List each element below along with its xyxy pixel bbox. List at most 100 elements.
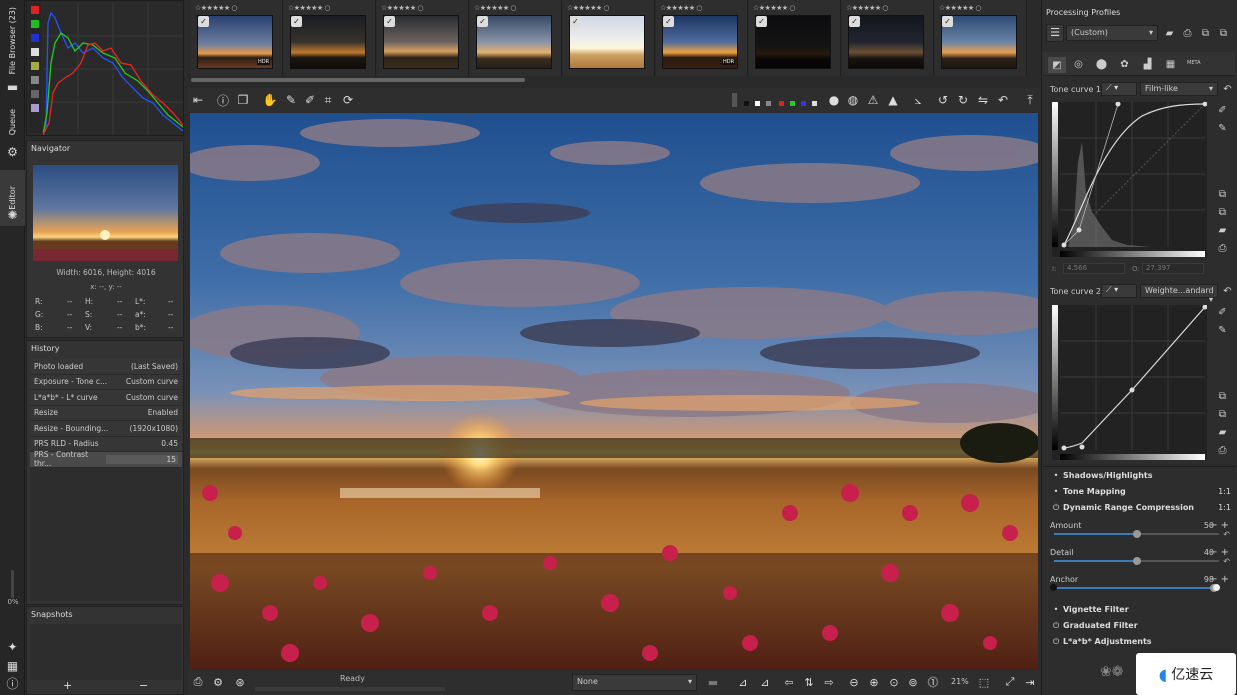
mask-icon[interactable]: ◍ xyxy=(845,92,861,108)
remove-snapshot-button[interactable]: − xyxy=(139,679,148,692)
luminance-button[interactable] xyxy=(31,48,39,56)
preview-red-button[interactable] xyxy=(779,101,784,106)
reset-curve-icon[interactable]: ↶ xyxy=(1221,83,1234,96)
hide-top-panel-icon[interactable]: ⤒ xyxy=(1022,92,1038,108)
hide-right-panel-icon[interactable]: ⇥ xyxy=(1022,674,1038,690)
section-shadows-highlights[interactable]: • Shadows/Highlights xyxy=(1047,468,1235,483)
filmstrip-scrollbar[interactable] xyxy=(191,78,525,82)
pick-curve-icon[interactable]: ✎ xyxy=(1216,122,1229,135)
before-after-icon[interactable]: ❐ xyxy=(235,92,251,108)
aperture-icon[interactable]: ✺ xyxy=(5,208,20,222)
mode-button[interactable] xyxy=(31,104,39,112)
slider-track[interactable] xyxy=(1054,530,1219,538)
history-row[interactable]: Exposure - Tone c... Custom curve xyxy=(30,374,182,390)
profile-list-icon[interactable]: ☰ xyxy=(1046,24,1064,42)
rotate-right-icon[interactable]: ↻ xyxy=(955,92,971,108)
info-icon[interactable]: ⓘ xyxy=(5,676,20,691)
zoom-in-icon[interactable]: ⊕ xyxy=(866,674,882,690)
blue-channel-button[interactable] xyxy=(31,34,39,42)
history-row[interactable]: L*a*b* - L* curve Custom curve xyxy=(30,390,182,406)
paste-curve-icon[interactable]: ⧉ xyxy=(1216,408,1229,421)
slider-knob[interactable] xyxy=(1132,557,1141,565)
white-balance-picker-icon[interactable]: ✎ xyxy=(283,92,299,108)
film-thumbnail[interactable]: ☆★★★★★ ○ ✓ xyxy=(284,0,376,76)
open-curve-icon[interactable]: ▰ xyxy=(1216,224,1229,237)
zoom-fit-icon[interactable]: ⊙ xyxy=(886,674,902,690)
rotate-left-icon[interactable]: ↺ xyxy=(935,92,951,108)
anchor-slider[interactable]: Anchor 98 −+ xyxy=(1050,574,1234,599)
preview-selector[interactable] xyxy=(732,93,737,107)
bar-button[interactable] xyxy=(31,90,39,98)
info-icon[interactable]: ⓘ xyxy=(215,92,231,108)
amount-slider[interactable]: Amount 50 −+ ↶ xyxy=(1050,520,1234,545)
open-curve-icon[interactable]: ▰ xyxy=(1216,426,1229,439)
queue-add-icon[interactable]: ⚙ xyxy=(210,674,226,690)
checkmark-icon[interactable]: ✓ xyxy=(198,16,209,27)
grid-icon[interactable]: ▦ xyxy=(5,659,20,673)
folder-icon[interactable]: ▬ xyxy=(5,80,20,94)
checkmark-icon[interactable]: ✓ xyxy=(291,16,302,27)
tone-curve-1-editor[interactable] xyxy=(1052,102,1207,257)
power-icon[interactable]: ⏻ xyxy=(1049,503,1063,513)
gamut-check-icon[interactable]: ⊿ xyxy=(757,674,773,690)
history-row[interactable]: Photo loaded (Last Saved) xyxy=(30,359,182,375)
green-channel-button[interactable] xyxy=(31,20,39,28)
reset-icon[interactable]: ↶ xyxy=(995,92,1011,108)
preview-green-button[interactable] xyxy=(790,101,795,106)
copy-curve-icon[interactable]: ⧉ xyxy=(1216,390,1229,403)
film-thumbnail[interactable]: ☆★★★★★ ○ ✓ xyxy=(749,0,841,76)
edit-point-icon[interactable]: ✐ xyxy=(1216,306,1229,319)
slider-knob[interactable] xyxy=(1132,530,1141,538)
focus-mask-icon[interactable]: ● xyxy=(826,92,842,108)
chroma-button[interactable] xyxy=(31,62,39,70)
curve-mode-dropdown[interactable]: Weighte...andard ▾ xyxy=(1140,284,1218,304)
tone-curve-2-editor[interactable] xyxy=(1052,305,1207,460)
tab-file-browser[interactable]: File Browser (23) xyxy=(0,0,25,82)
history-row-selected[interactable]: PRS - Contrast thr... 15 xyxy=(30,450,182,468)
reset-icon[interactable]: ↶ xyxy=(1223,530,1230,539)
curve-input-field[interactable]: 4.566 xyxy=(1063,263,1125,274)
section-vignette-filter[interactable]: • Vignette Filter xyxy=(1047,602,1235,617)
zoom-fit-crop-icon[interactable]: ⊚ xyxy=(905,674,921,690)
open-profile-icon[interactable]: ▰ xyxy=(1163,27,1176,40)
fullscreen-icon[interactable]: ⤢ xyxy=(1002,674,1018,690)
film-thumbnail[interactable]: ☆★★★★★ ○ ✓ xyxy=(563,0,655,76)
hide-left-panel-icon[interactable]: ⇤ xyxy=(190,92,206,108)
checkmark-icon[interactable]: ✓ xyxy=(570,16,581,27)
film-thumbnail[interactable]: ☆★★★★★ ○ ✓ HDR xyxy=(656,0,748,76)
section-dynamic-range-compression[interactable]: ⏻ Dynamic Range Compression 1:1 xyxy=(1047,500,1235,515)
profile-select[interactable]: None ▾ xyxy=(572,674,697,691)
film-thumbnail[interactable]: ☆★★★★★ ○ ✓ xyxy=(935,0,1027,76)
next-image-icon[interactable]: ⇨ xyxy=(821,674,837,690)
film-thumbnail[interactable]: ☆★★★★★ ○ ✓ HDR xyxy=(191,0,283,76)
soft-proof-icon[interactable]: ⊿ xyxy=(735,674,751,690)
checkmark-icon[interactable]: ✓ xyxy=(663,16,674,27)
tab-queue[interactable]: Queue xyxy=(0,100,25,144)
bg-black-button[interactable] xyxy=(744,101,749,106)
history-row[interactable]: Resize Enabled xyxy=(30,405,182,421)
detail-slider[interactable]: Detail 40 −+ ↶ xyxy=(1050,547,1234,572)
navigator-preview[interactable] xyxy=(33,165,178,261)
add-snapshot-button[interactable]: + xyxy=(63,679,72,692)
section-graduated-filter[interactable]: ⏻ Graduated Filter xyxy=(1047,618,1235,633)
profile-dropdown[interactable]: (Custom) ▾ xyxy=(1066,25,1158,41)
color-picker-icon[interactable]: ✐ xyxy=(302,92,318,108)
red-channel-button[interactable] xyxy=(31,6,39,14)
paste-profile-icon[interactable]: ⧉ xyxy=(1217,27,1230,40)
prev-image-icon[interactable]: ⇦ xyxy=(781,674,797,690)
gears-icon[interactable]: ⚙ xyxy=(5,145,20,159)
curve-type-button[interactable]: ⟋ ▾ xyxy=(1101,284,1137,298)
color-management-icon[interactable]: ▬ xyxy=(705,674,721,690)
raw-button[interactable] xyxy=(31,76,39,84)
wand-icon[interactable]: ✦ xyxy=(5,640,20,654)
curve-icon[interactable]: ⦣ xyxy=(910,92,926,108)
save-curve-icon[interactable]: ⎙ xyxy=(1216,444,1229,457)
preview-blue-button[interactable] xyxy=(801,101,806,106)
copy-profile-icon[interactable]: ⧉ xyxy=(1199,27,1212,40)
save-curve-icon[interactable]: ⎙ xyxy=(1216,242,1229,255)
tab-metadata-icon[interactable]: META xyxy=(1187,60,1201,66)
save-profile-icon[interactable]: ⎙ xyxy=(1181,27,1194,40)
straighten-icon[interactable]: ⟳ xyxy=(340,92,356,108)
history-row[interactable]: Resize - Bounding... (1920x1080) xyxy=(30,421,182,437)
slider-track[interactable] xyxy=(1054,557,1219,565)
